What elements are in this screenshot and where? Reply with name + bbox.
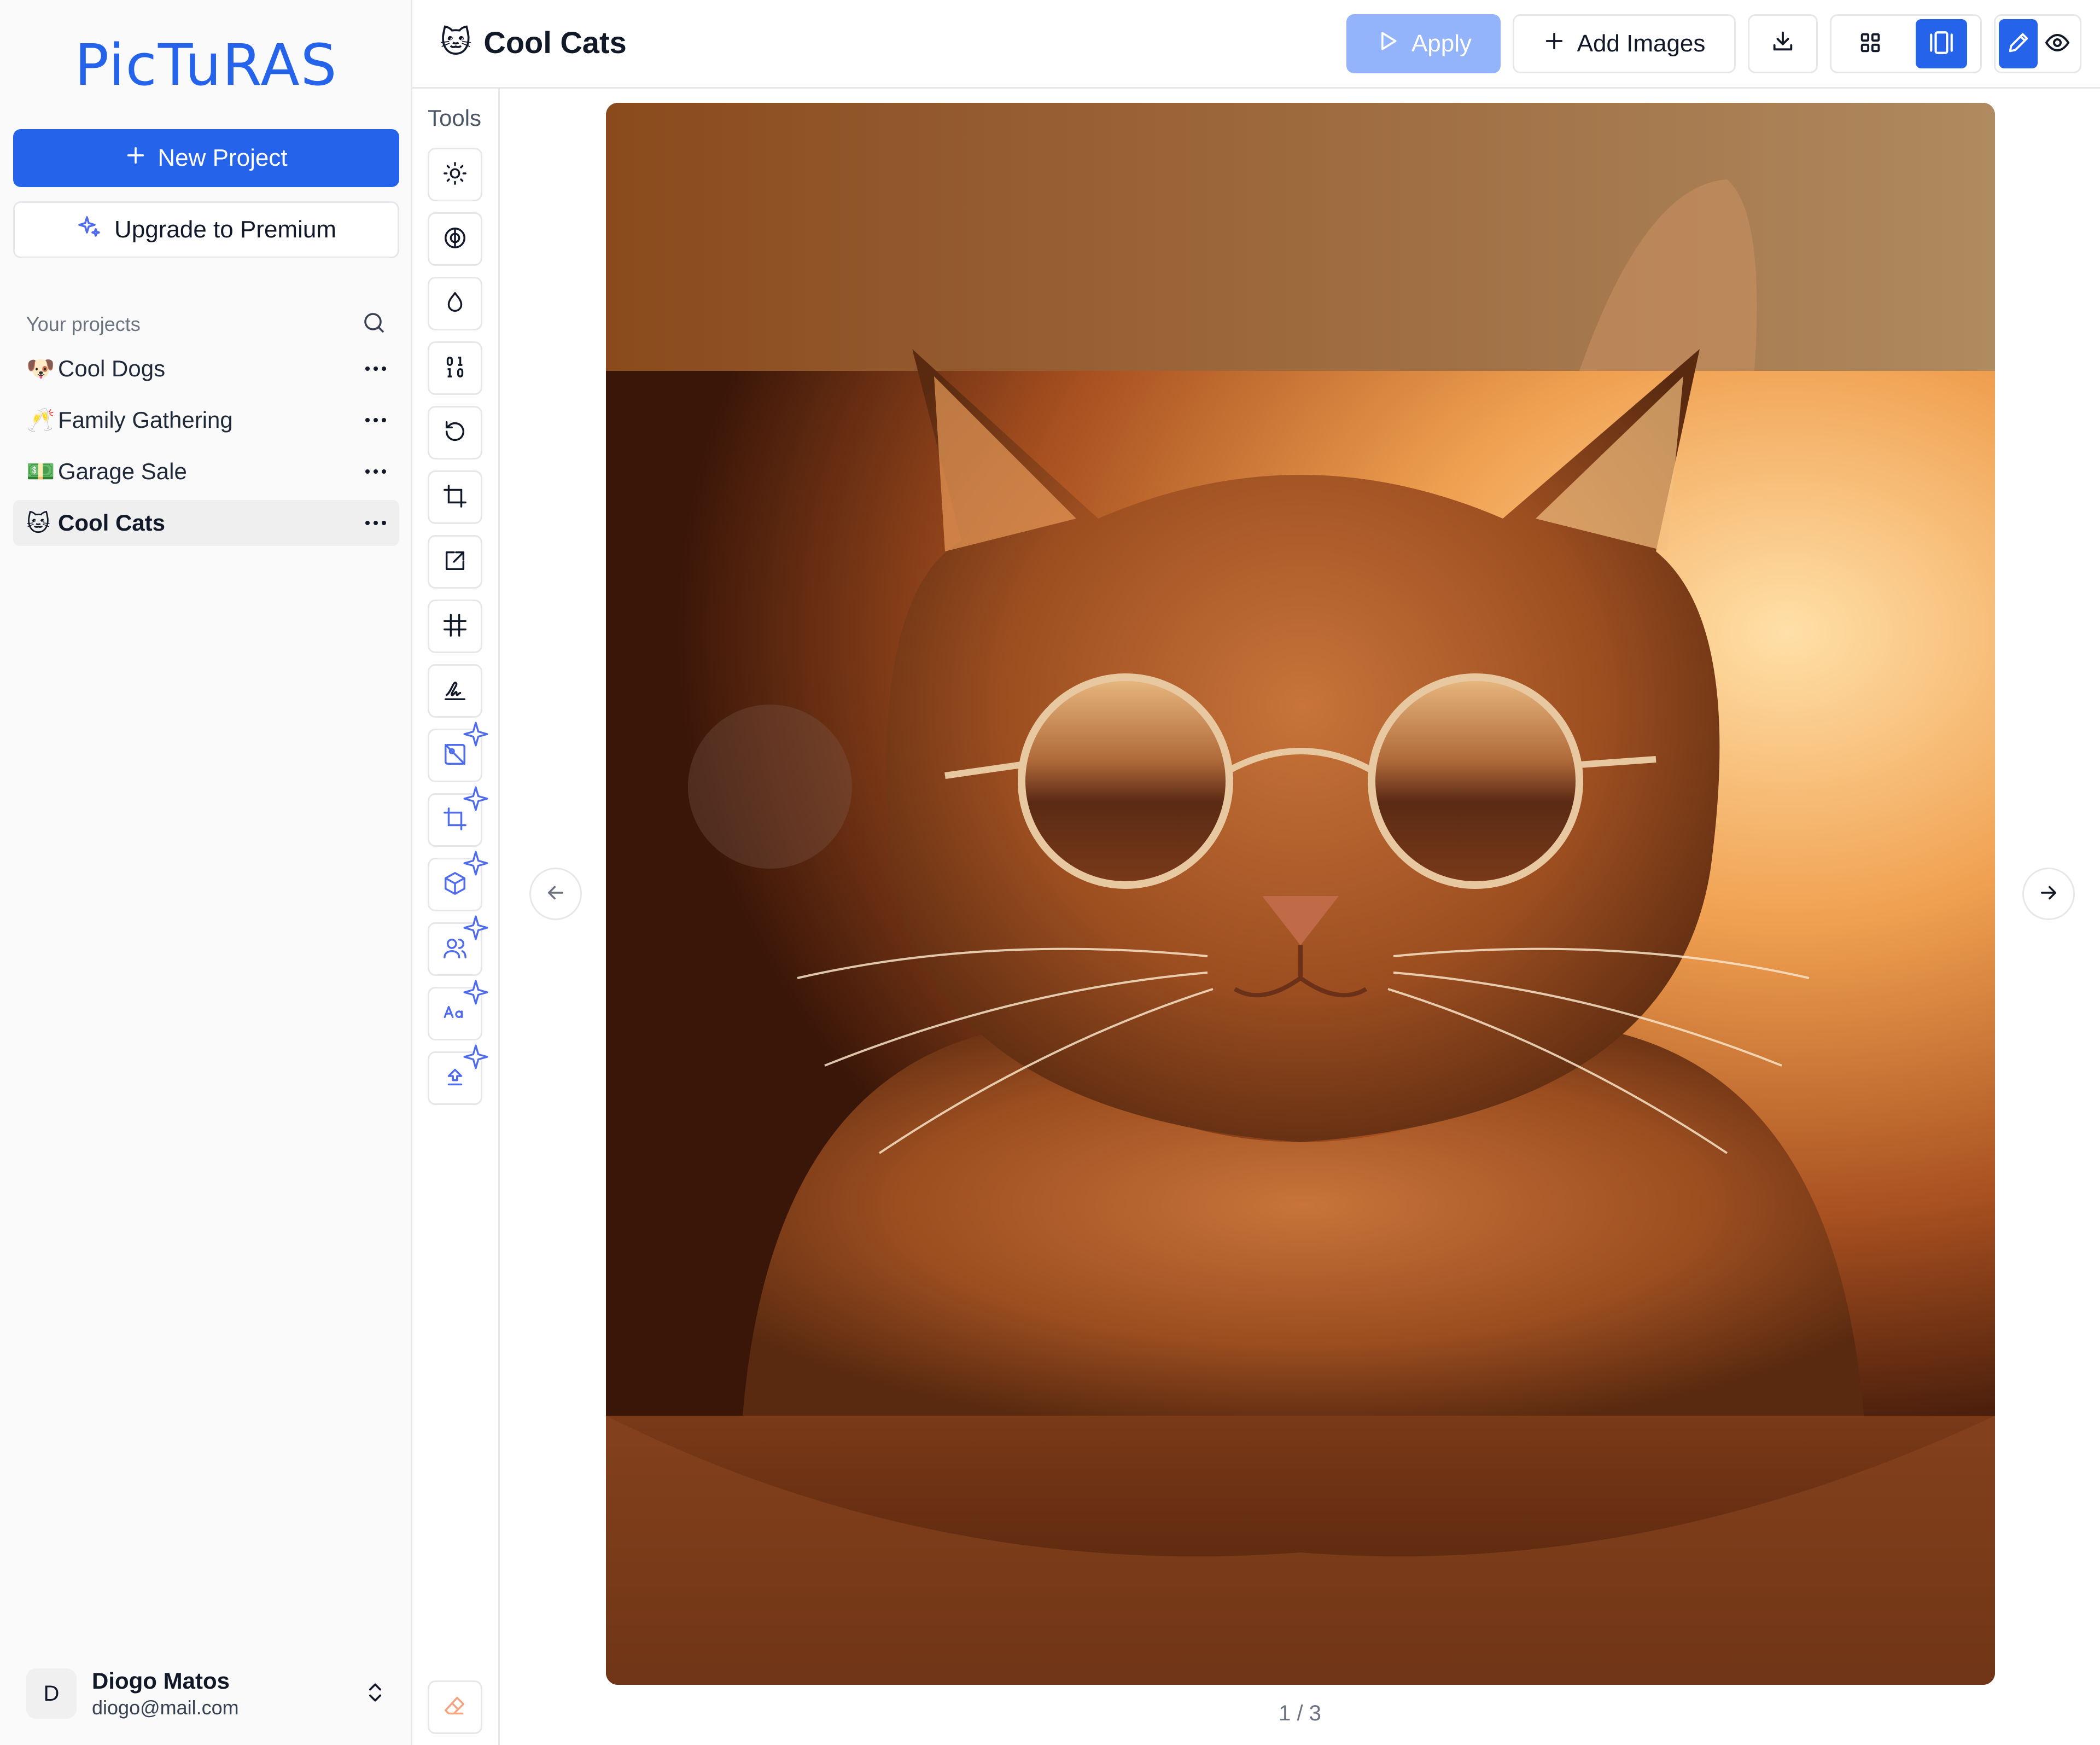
cat-photo-illustration: [606, 103, 1995, 1685]
new-project-label: New Project: [158, 144, 288, 171]
chevrons-up-down-icon[interactable]: [363, 1680, 387, 1707]
sparkles-icon: [76, 214, 102, 246]
premium-sparkle-icon: [462, 979, 489, 1009]
project-item-garage-sale[interactable]: 💵 Garage Sale: [13, 449, 399, 495]
frame-icon: [442, 613, 468, 641]
resize-icon: [442, 548, 468, 576]
app-logo[interactable]: PicTuRAS: [0, 32, 412, 98]
upgrade-premium-button[interactable]: Upgrade to Premium: [13, 201, 399, 258]
more-options-icon[interactable]: [365, 521, 386, 525]
grid-view-button[interactable]: [1845, 19, 1896, 68]
apply-button[interactable]: Apply: [1346, 14, 1501, 73]
signature-icon: [442, 677, 468, 705]
more-options-icon[interactable]: [365, 469, 386, 474]
top-bar: 🐱 Cool Cats Apply Add Images: [412, 0, 2100, 89]
tool-border[interactable]: [428, 600, 482, 653]
projects-header: Your projects: [26, 310, 387, 339]
play-icon: [1375, 29, 1399, 59]
clear-tools-button[interactable]: [428, 1680, 482, 1734]
tool-remove-background[interactable]: [428, 722, 488, 782]
project-name: Garage Sale: [58, 458, 187, 484]
project-name: Cool Dogs: [58, 356, 166, 381]
project-emoji: 💵: [26, 458, 55, 484]
project-item-cool-cats[interactable]: 🐱 Cool Cats: [13, 500, 399, 546]
upgrade-premium-label: Upgrade to Premium: [114, 216, 336, 243]
grid-icon: [1858, 30, 1883, 58]
more-options-icon[interactable]: [365, 367, 386, 371]
edit-mode-button[interactable]: [1999, 19, 2038, 68]
sun-icon: [442, 161, 468, 189]
tool-resize[interactable]: [428, 535, 482, 589]
next-image-button[interactable]: [2022, 868, 2075, 920]
eye-icon: [2044, 30, 2070, 59]
avatar: D: [26, 1668, 77, 1719]
page-title: 🐱 Cool Cats: [440, 24, 627, 60]
new-project-button[interactable]: New Project: [13, 129, 399, 187]
eraser-icon: [442, 1694, 468, 1721]
download-button[interactable]: [1748, 14, 1818, 73]
single-view-button[interactable]: [1916, 19, 1967, 68]
tool-people-count[interactable]: [428, 915, 488, 976]
tool-object-detection[interactable]: [428, 851, 488, 911]
premium-sparkle-icon: [462, 914, 489, 944]
view-mode-toggle: [1830, 14, 1982, 73]
more-options-icon[interactable]: [365, 418, 386, 422]
premium-sparkle-icon: [462, 720, 489, 751]
tool-brightness[interactable]: [428, 148, 482, 201]
cat-photo: [606, 103, 1995, 1685]
projects-heading: Your projects: [26, 312, 141, 335]
mode-toggle: [1994, 14, 2081, 73]
download-icon: [1770, 28, 1795, 60]
rotate-icon: [442, 419, 468, 447]
binary-icon: [442, 354, 468, 382]
sidebar: PicTuRAS New Project Upgrade to Premium …: [0, 0, 412, 1745]
user-menu[interactable]: D Diogo Matos diogo@mail.com: [26, 1666, 387, 1721]
preview-mode-button[interactable]: [2038, 19, 2076, 68]
tool-smart-crop[interactable]: [428, 786, 488, 847]
page-indicator: 1 / 3: [1279, 1701, 1321, 1725]
gallery-vertical-icon: [1928, 29, 1955, 59]
premium-sparkle-icon: [462, 1043, 489, 1073]
premium-sparkle-icon: [462, 850, 489, 880]
arrow-right-icon: [2037, 881, 2060, 907]
tools-panel: Tools: [412, 89, 500, 1745]
project-emoji: 🐱: [26, 510, 50, 536]
pencil-icon: [2006, 30, 2031, 58]
image-viewer: 1 / 3: [500, 89, 2100, 1745]
tool-binarize[interactable]: [428, 341, 482, 395]
add-images-button[interactable]: Add Images: [1513, 14, 1736, 73]
add-images-label: Add Images: [1577, 30, 1706, 57]
project-emoji: 🐶: [26, 355, 55, 381]
tool-crop[interactable]: [428, 470, 482, 524]
user-name: Diogo Matos: [92, 1668, 230, 1694]
title-emoji: 🐱: [440, 25, 472, 59]
tools-label: Tools: [428, 105, 482, 131]
tool-text-extraction[interactable]: [428, 980, 488, 1040]
tool-rotate[interactable]: [428, 406, 482, 459]
user-info: Diogo Matos diogo@mail.com: [92, 1668, 363, 1719]
project-item-family-gathering[interactable]: 🥂 Family Gathering: [13, 397, 399, 443]
droplet-icon: [442, 290, 468, 318]
crop-icon: [442, 484, 468, 511]
project-list: 🐶 Cool Dogs 🥂 Family Gathering 💵 Garage …: [13, 346, 399, 551]
previous-image-button[interactable]: [529, 868, 582, 920]
user-email: diogo@mail.com: [92, 1696, 239, 1719]
search-icon[interactable]: [361, 310, 387, 339]
project-item-cool-dogs[interactable]: 🐶 Cool Dogs: [13, 346, 399, 392]
title-text: Cool Cats: [483, 25, 627, 60]
project-name: Cool Cats: [58, 510, 166, 536]
tool-watermark[interactable]: [428, 664, 482, 718]
tool-contrast[interactable]: [428, 212, 482, 266]
contrast-icon: [442, 225, 468, 253]
arrow-left-icon: [544, 881, 567, 907]
tool-saturation[interactable]: [428, 277, 482, 330]
tool-upscale[interactable]: [428, 1044, 488, 1105]
apply-label: Apply: [1411, 30, 1472, 57]
project-name: Family Gathering: [58, 407, 233, 433]
project-emoji: 🥂: [26, 406, 55, 433]
premium-sparkle-icon: [462, 785, 489, 815]
plus-icon: [125, 144, 147, 172]
plus-icon: [1543, 30, 1565, 58]
